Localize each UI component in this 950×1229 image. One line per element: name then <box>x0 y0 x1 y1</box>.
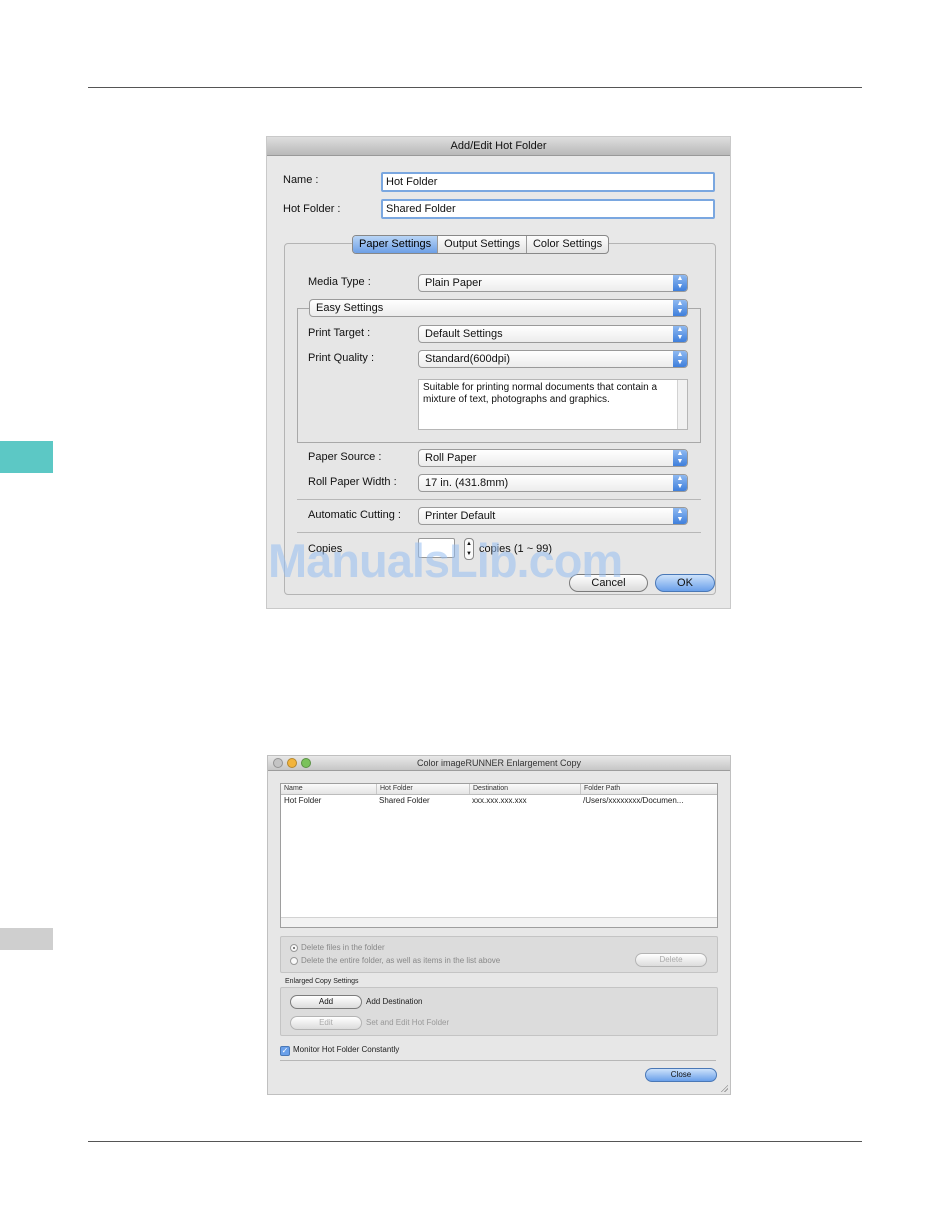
row-hot-folder: Shared Folder <box>379 796 430 805</box>
delete-button[interactable]: Delete <box>635 953 707 967</box>
separator <box>280 1060 716 1061</box>
row-folder-path: /Users/xxxxxxxx/Documen... <box>583 796 684 805</box>
popup-arrows-icon: ▲ ▼ <box>673 351 687 367</box>
popup-arrows-icon: ▲ ▼ <box>673 508 687 524</box>
side-tab <box>0 928 53 950</box>
bottom-rule <box>88 1141 862 1142</box>
ok-button[interactable]: OK <box>655 574 715 592</box>
column-header-name[interactable]: Name <box>281 784 378 794</box>
description-scrollbar[interactable] <box>677 380 687 429</box>
close-window-icon[interactable] <box>273 758 283 768</box>
edit-button[interactable]: Edit <box>290 1016 362 1030</box>
radio-icon <box>290 957 298 965</box>
print-target-label: Print Target : <box>308 327 371 339</box>
quality-description-text: Suitable for printing normal documents t… <box>423 382 658 405</box>
column-header-destination[interactable]: Destination <box>469 784 581 794</box>
settings-tabs: Paper Settings Output Settings Color Set… <box>352 235 610 254</box>
paper-source-value: Roll Paper <box>425 452 477 464</box>
popup-arrows-icon: ▲ ▼ <box>673 450 687 466</box>
tab-paper-settings[interactable]: Paper Settings <box>353 236 439 253</box>
popup-arrows-icon: ▲ ▼ <box>673 475 687 491</box>
enlargement-copy-window: Color imageRUNNER Enlargement Copy Name … <box>268 756 730 1094</box>
minimize-window-icon[interactable] <box>287 758 297 768</box>
column-header-folder-path[interactable]: Folder Path <box>580 784 717 794</box>
tab-color-settings[interactable]: Color Settings <box>527 236 608 253</box>
name-label: Name : <box>283 174 319 186</box>
list-header: Name Hot Folder Destination Folder Path <box>281 784 717 795</box>
easy-settings-value: Easy Settings <box>316 302 384 314</box>
monitor-checkbox[interactable]: ✓ Monitor Hot Folder Constantly <box>280 1045 399 1056</box>
hot-folder-label: Hot Folder : <box>283 203 341 215</box>
print-quality-select[interactable]: Standard(600dpi) ▲ ▼ <box>418 350 688 368</box>
checkmark-icon: ✓ <box>280 1046 290 1056</box>
row-name: Hot Folder <box>284 796 322 805</box>
radio-delete-files[interactable]: Delete files in the folder <box>290 943 385 953</box>
radio-delete-files-label: Delete files in the folder <box>301 943 385 952</box>
popup-arrows-icon: ▲ ▼ <box>673 300 687 316</box>
popup-arrows-icon: ▲ ▼ <box>673 275 687 291</box>
side-tab-active <box>0 441 53 473</box>
close-button[interactable]: Close <box>645 1068 717 1082</box>
resize-grip-icon[interactable] <box>720 1084 728 1092</box>
add-destination-label: Add Destination <box>366 997 423 1006</box>
quality-description: Suitable for printing normal documents t… <box>418 379 688 430</box>
roll-width-select[interactable]: 17 in. (431.8mm) ▲ ▼ <box>418 474 688 492</box>
media-type-value: Plain Paper <box>425 277 482 289</box>
table-row[interactable]: Hot Folder Shared Folder xxx.xxx.xxx.xxx… <box>281 795 717 806</box>
print-target-value: Default Settings <box>425 328 503 340</box>
zoom-window-icon[interactable] <box>301 758 311 768</box>
auto-cut-value: Printer Default <box>425 510 496 522</box>
print-target-select[interactable]: Default Settings ▲ ▼ <box>418 325 688 343</box>
row-destination: xxx.xxx.xxx.xxx <box>472 796 527 805</box>
enlarged-copy-settings-label: Enlarged Copy Settings <box>285 978 359 985</box>
edit-hot-folder-label: Set and Edit Hot Folder <box>366 1018 450 1027</box>
paper-source-label: Paper Source : <box>308 451 382 463</box>
add-button[interactable]: Add <box>290 995 362 1009</box>
list-scrollbar[interactable] <box>281 917 717 927</box>
monitor-label: Monitor Hot Folder Constantly <box>293 1045 400 1054</box>
print-quality-label: Print Quality : <box>308 352 375 364</box>
tab-output-settings[interactable]: Output Settings <box>438 236 527 253</box>
media-type-label: Media Type : <box>308 276 371 288</box>
watermark: ManualsLib.com <box>268 534 623 587</box>
roll-width-value: 17 in. (431.8mm) <box>425 477 509 489</box>
radio-icon <box>290 944 298 952</box>
top-rule <box>88 87 862 88</box>
hot-folder-list[interactable]: Name Hot Folder Destination Folder Path … <box>280 783 718 928</box>
auto-cut-label: Automatic Cutting : <box>308 509 401 521</box>
column-header-hot-folder[interactable]: Hot Folder <box>376 784 470 794</box>
dialog-title: Add/Edit Hot Folder <box>267 137 730 156</box>
easy-settings-select[interactable]: Easy Settings ▲ ▼ <box>309 299 688 317</box>
window-title: Color imageRUNNER Enlargement Copy <box>416 758 582 768</box>
auto-cut-select[interactable]: Printer Default ▲ ▼ <box>418 507 688 525</box>
hot-folder-field[interactable]: Shared Folder <box>381 199 715 219</box>
separator <box>297 499 701 500</box>
paper-source-select[interactable]: Roll Paper ▲ ▼ <box>418 449 688 467</box>
roll-width-label: Roll Paper Width : <box>308 476 397 488</box>
radio-delete-entire[interactable]: Delete the entire folder, as well as ite… <box>290 956 500 966</box>
media-type-select[interactable]: Plain Paper ▲ ▼ <box>418 274 688 292</box>
window-title-bar: Color imageRUNNER Enlargement Copy <box>268 756 730 771</box>
name-field[interactable]: Hot Folder <box>381 172 715 192</box>
print-quality-value: Standard(600dpi) <box>425 353 511 365</box>
popup-arrows-icon: ▲ ▼ <box>673 326 687 342</box>
radio-delete-entire-label: Delete the entire folder, as well as ite… <box>301 956 501 965</box>
